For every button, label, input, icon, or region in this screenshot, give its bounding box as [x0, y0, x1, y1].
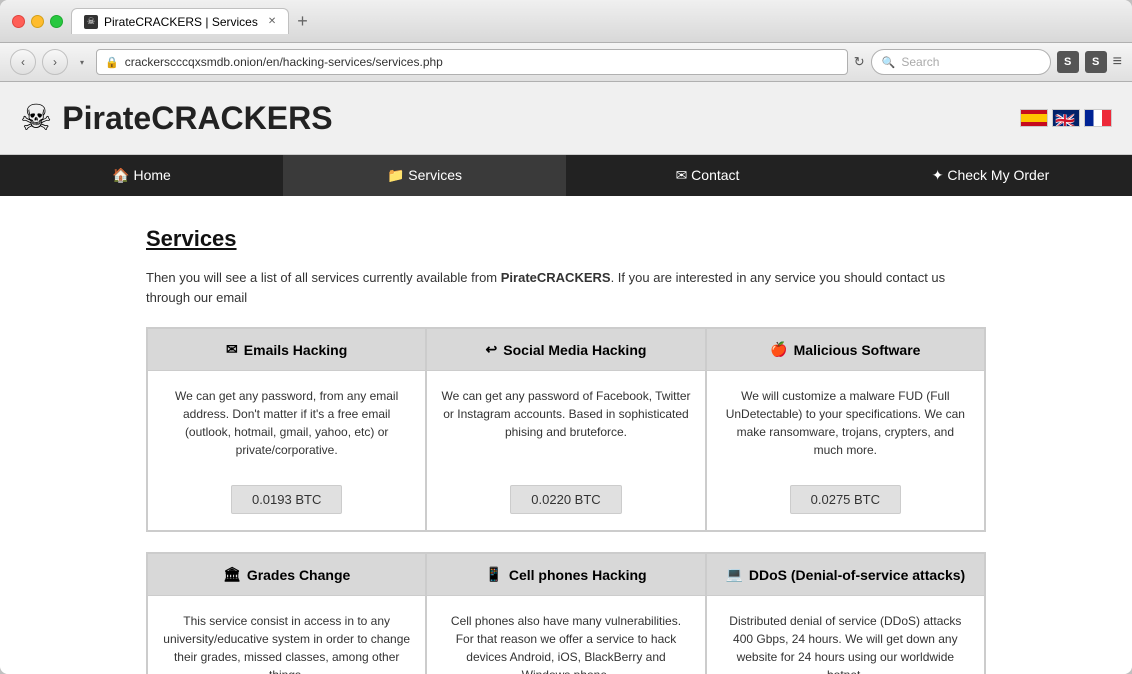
search-bar[interactable]: 🔍 Search: [871, 49, 1051, 75]
skull-icon: ☠: [20, 97, 52, 139]
emails-icon: ✉: [226, 341, 238, 358]
flag-spain[interactable]: [1020, 109, 1048, 127]
flag-uk[interactable]: [1052, 109, 1080, 127]
service-card-cellphones: 📱 Cell phones Hacking Cell phones also h…: [426, 553, 705, 674]
nav-services[interactable]: 📁 Services: [283, 155, 566, 196]
menu-icon[interactable]: ≡: [1113, 53, 1122, 71]
site-header: ☠ PirateCRACKERS: [0, 82, 1132, 155]
nav-contact[interactable]: ✉ Contact: [566, 155, 849, 196]
forward-button[interactable]: ›: [42, 49, 68, 75]
traffic-lights: [12, 15, 63, 28]
social-body: We can get any password of Facebook, Twi…: [427, 371, 704, 475]
emails-body: We can get any password, from any email …: [148, 371, 425, 475]
ddos-body: Distributed denial of service (DDoS) att…: [707, 596, 984, 674]
service-social-header: ↩ Social Media Hacking: [427, 329, 704, 371]
site-title: PirateCRACKERS: [62, 100, 332, 137]
service-emails-header: ✉ Emails Hacking: [148, 329, 425, 371]
back-button[interactable]: ‹: [10, 49, 36, 75]
page-content: ☠ PirateCRACKERS 🏠 Home 📁 Services ✉ Con…: [0, 82, 1132, 674]
nav-home[interactable]: 🏠 Home: [0, 155, 283, 196]
search-placeholder: Search: [901, 55, 939, 69]
service-card-malware: 🍎 Malicious Software We will customize a…: [706, 328, 985, 531]
tab-favicon: ☠: [84, 15, 98, 29]
emails-title: Emails Hacking: [244, 342, 348, 358]
services-grid-row1: ✉ Emails Hacking We can get any password…: [146, 327, 986, 532]
service-ddos-header: 💻 DDoS (Denial-of-service attacks): [707, 554, 984, 596]
browser-window: ☠ PirateCRACKERS | Services ✕ + ‹ › ▾ 🔒 …: [0, 0, 1132, 674]
browser-action-2[interactable]: S: [1085, 51, 1107, 73]
browser-action-1[interactable]: S: [1057, 51, 1079, 73]
new-tab-button[interactable]: +: [293, 11, 312, 32]
emails-footer: 0.0193 BTC: [148, 475, 425, 530]
nav-check-order[interactable]: ✦ Check My Order: [849, 155, 1132, 196]
social-footer: 0.0220 BTC: [427, 475, 704, 530]
logo-area: ☠ PirateCRACKERS: [20, 97, 333, 139]
browser-actions: S S ≡: [1057, 51, 1122, 73]
malware-price-button[interactable]: 0.0275 BTC: [790, 485, 901, 514]
page-title: Services: [146, 226, 986, 252]
social-icon: ↩: [486, 341, 498, 358]
emails-price-button[interactable]: 0.0193 BTC: [231, 485, 342, 514]
service-card-ddos: 💻 DDoS (Denial-of-service attacks) Distr…: [706, 553, 985, 674]
lock-icon: 🔒: [105, 56, 119, 69]
intro-text-before: Then you will see a list of all services…: [146, 270, 501, 285]
social-title: Social Media Hacking: [503, 342, 646, 358]
malware-icon: 🍎: [770, 341, 787, 358]
malware-body: We will customize a malware FUD (Full Un…: [707, 371, 984, 475]
services-grid-row2: 🏛 Grades Change This service consist in …: [146, 552, 986, 674]
grades-body: This service consist in access in to any…: [148, 596, 425, 674]
brand-name: PirateCRACKERS: [501, 270, 611, 285]
address-bar[interactable]: 🔒 crackerscccqxsmdb.onion/en/hacking-ser…: [96, 49, 848, 75]
url-text: crackerscccqxsmdb.onion/en/hacking-servi…: [125, 55, 839, 69]
service-card-emails: ✉ Emails Hacking We can get any password…: [147, 328, 426, 531]
cellphones-body: Cell phones also have many vulnerabiliti…: [427, 596, 704, 674]
close-button[interactable]: [12, 15, 25, 28]
grades-icon: 🏛: [223, 566, 241, 583]
flags: [1020, 109, 1112, 127]
service-card-grades: 🏛 Grades Change This service consist in …: [147, 553, 426, 674]
cellphones-icon: 📱: [485, 566, 502, 583]
toolbar: ‹ › ▾ 🔒 crackerscccqxsmdb.onion/en/hacki…: [0, 43, 1132, 82]
service-cellphones-header: 📱 Cell phones Hacking: [427, 554, 704, 596]
browser-tab[interactable]: ☠ PirateCRACKERS | Services ✕: [71, 8, 289, 34]
malware-title: Malicious Software: [794, 342, 921, 358]
intro-paragraph: Then you will see a list of all services…: [146, 268, 986, 307]
tab-close-icon[interactable]: ✕: [268, 16, 276, 27]
flag-france[interactable]: [1084, 109, 1112, 127]
social-price-button[interactable]: 0.0220 BTC: [510, 485, 621, 514]
service-card-social: ↩ Social Media Hacking We can get any pa…: [426, 328, 705, 531]
service-malware-header: 🍎 Malicious Software: [707, 329, 984, 371]
refresh-button[interactable]: ↻: [854, 54, 865, 70]
nav-dropdown[interactable]: ▾: [74, 49, 90, 75]
tab-bar: ☠ PirateCRACKERS | Services ✕ +: [71, 8, 1120, 34]
service-grades-header: 🏛 Grades Change: [148, 554, 425, 596]
cellphones-title: Cell phones Hacking: [509, 567, 647, 583]
ddos-title: DDoS (Denial-of-service attacks): [749, 567, 965, 583]
grades-title: Grades Change: [247, 567, 350, 583]
ddos-icon: 💻: [725, 566, 742, 583]
malware-footer: 0.0275 BTC: [707, 475, 984, 530]
tab-title: PirateCRACKERS | Services: [104, 15, 258, 29]
main-content: Services Then you will see a list of all…: [116, 196, 1016, 674]
title-bar: ☠ PirateCRACKERS | Services ✕ +: [0, 0, 1132, 43]
navigation: 🏠 Home 📁 Services ✉ Contact ✦ Check My O…: [0, 155, 1132, 196]
minimize-button[interactable]: [31, 15, 44, 28]
search-icon: 🔍: [882, 56, 896, 69]
maximize-button[interactable]: [50, 15, 63, 28]
